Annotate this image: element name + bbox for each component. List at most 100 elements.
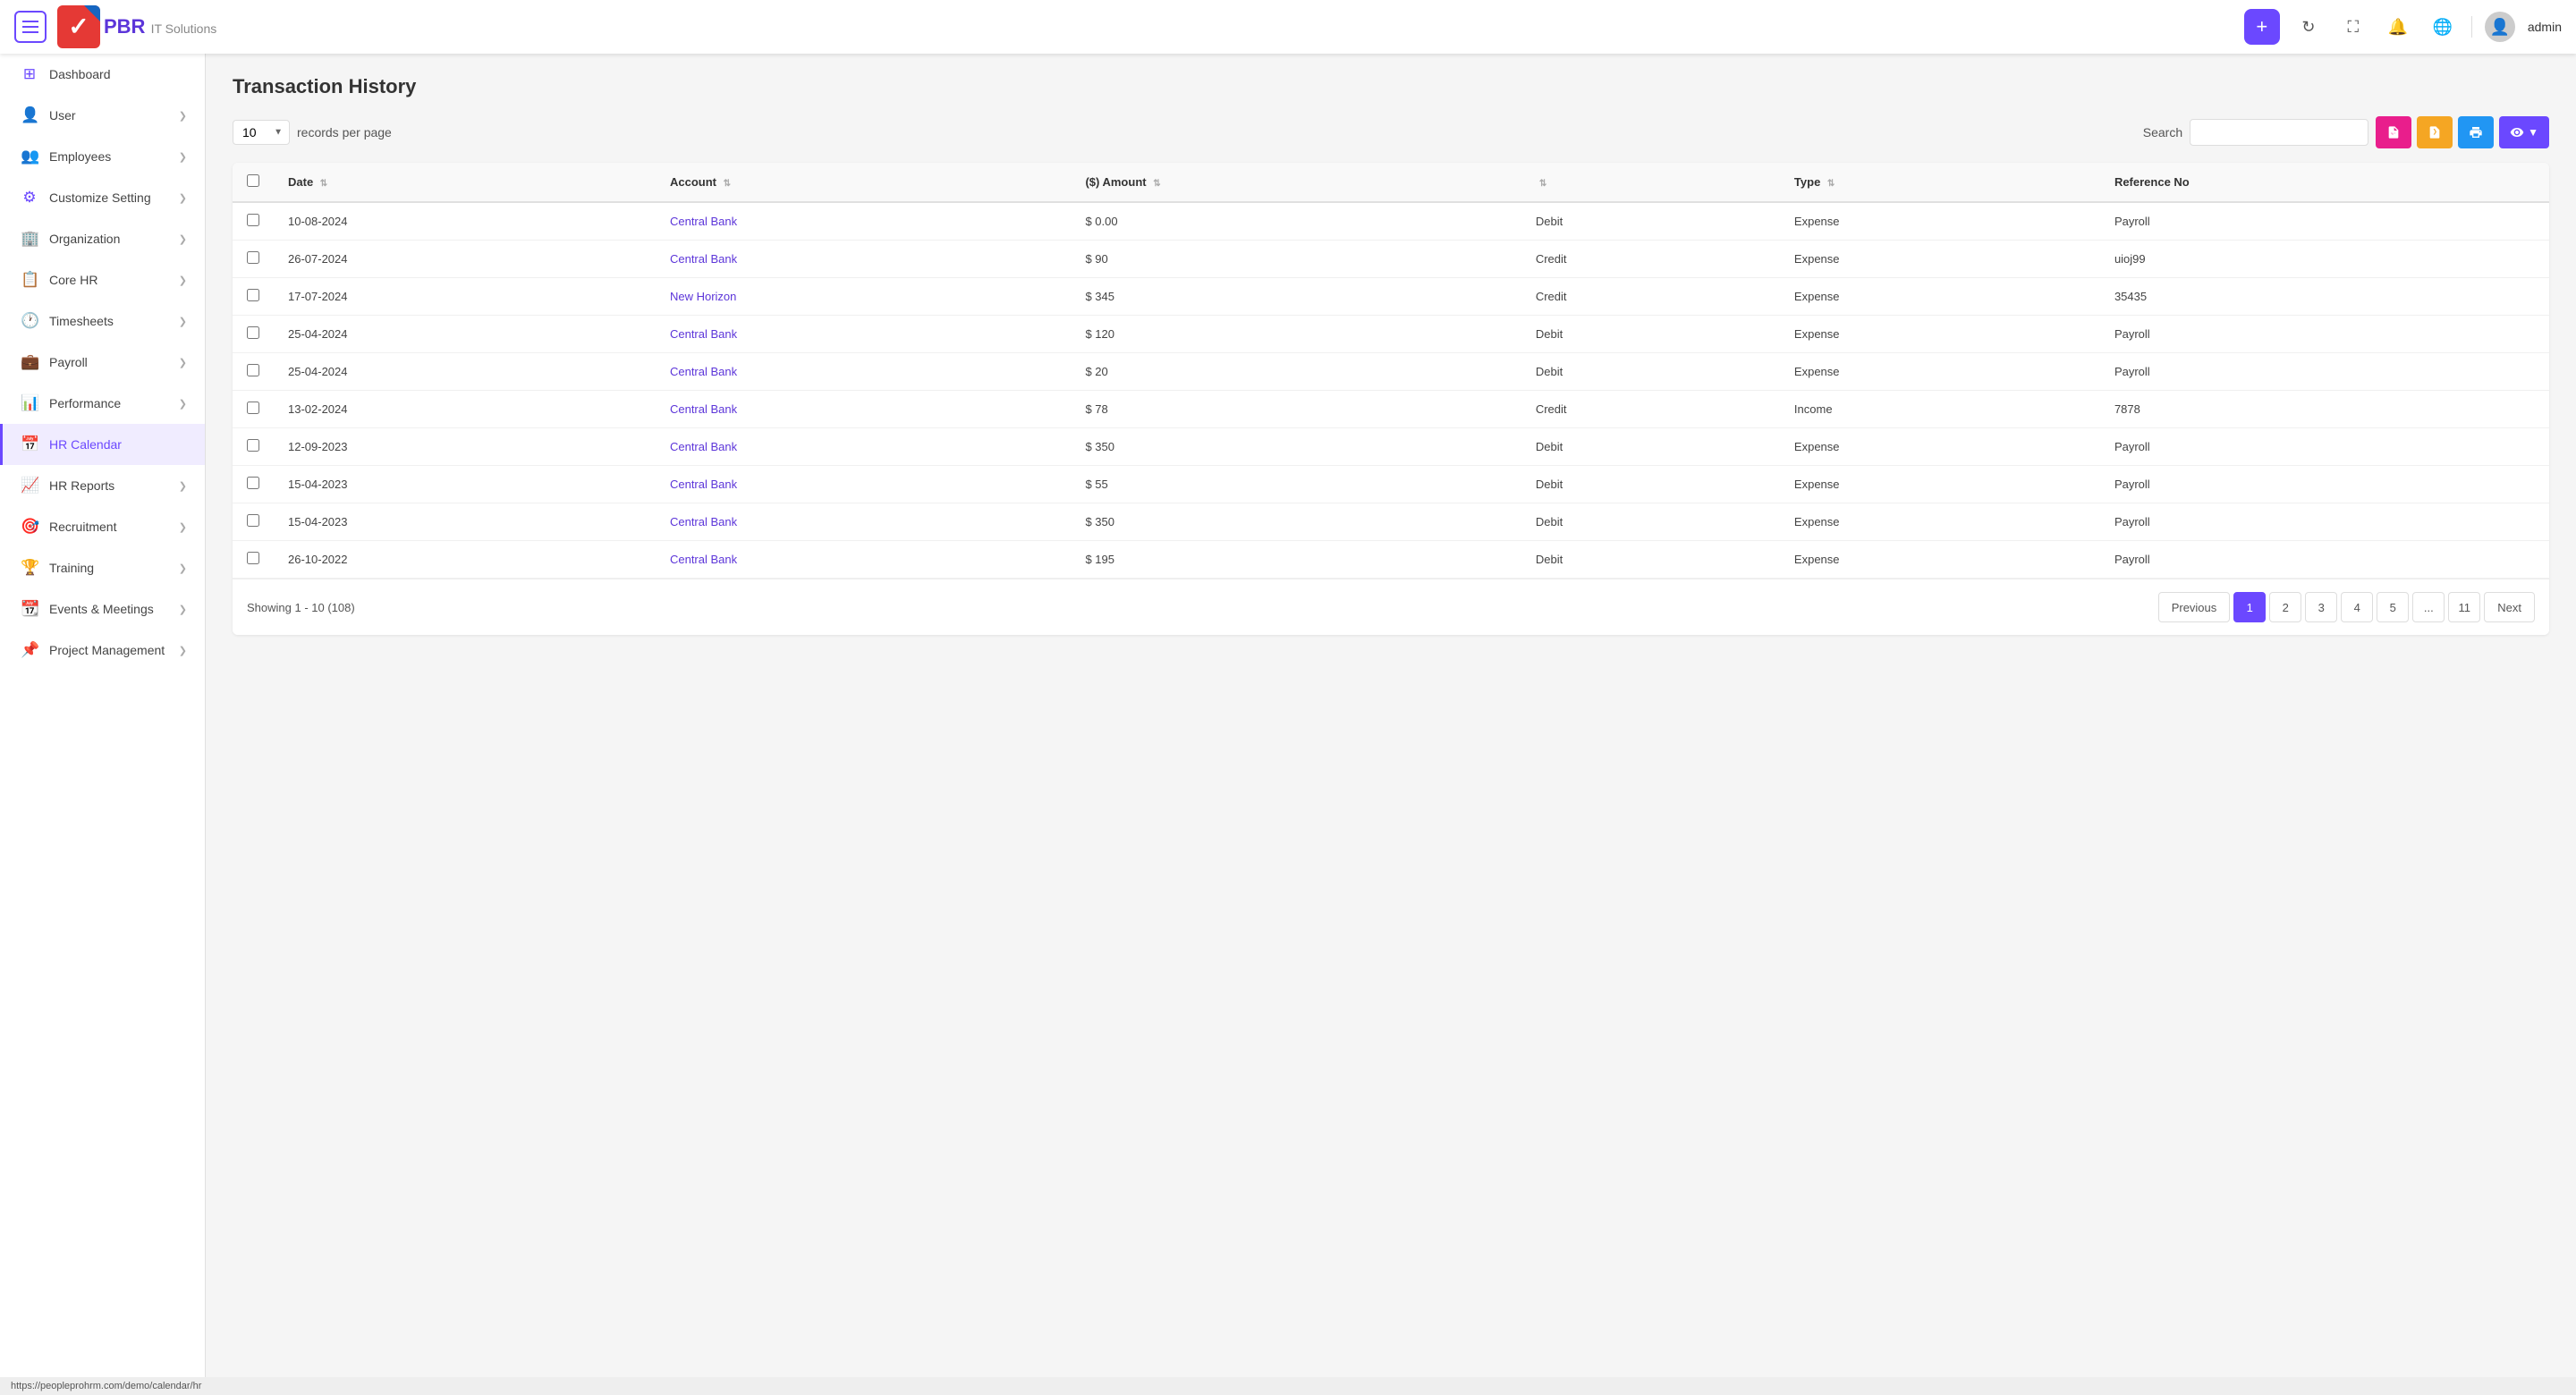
refresh-button[interactable]: ↻ <box>2292 11 2325 43</box>
table-wrapper: Date ⇅ Account ⇅ ($) Amount ⇅ ⇅ Type ⇅ R… <box>233 163 2549 635</box>
sidebar-item-payroll[interactable]: 💼 Payroll ❯ <box>0 342 205 383</box>
sidebar-item-hr-reports[interactable]: 📈 HR Reports ❯ <box>0 465 205 506</box>
row-checkbox-9[interactable] <box>247 552 259 564</box>
row-reference: uioj99 <box>2100 241 2549 278</box>
sidebar-item-employees[interactable]: 👥 Employees ❯ <box>0 136 205 177</box>
fullscreen-button[interactable]: ⛶ <box>2337 11 2369 43</box>
hamburger-button[interactable] <box>14 11 47 43</box>
sidebar-icon-performance: 📊 <box>21 394 38 412</box>
sidebar-item-customize-setting[interactable]: ⚙ Customize Setting ❯ <box>0 177 205 218</box>
row-account[interactable]: New Horizon <box>656 278 1072 316</box>
select-all-col <box>233 163 274 202</box>
row-reference: Payroll <box>2100 353 2549 391</box>
page-btn-2[interactable]: 2 <box>2269 592 2301 622</box>
row-account[interactable]: Central Bank <box>656 466 1072 503</box>
row-reference: Payroll <box>2100 541 2549 579</box>
select-all-checkbox[interactable] <box>247 174 259 187</box>
row-type: Expense <box>1780 353 2100 391</box>
page-btn-1[interactable]: 1 <box>2233 592 2266 622</box>
sidebar-item-timesheets[interactable]: 🕐 Timesheets ❯ <box>0 300 205 342</box>
page-btn-5[interactable]: 5 <box>2377 592 2409 622</box>
prev-button[interactable]: Previous <box>2158 592 2231 622</box>
row-reference: Payroll <box>2100 202 2549 241</box>
sort-dc-icon[interactable]: ⇅ <box>1539 179 1546 189</box>
row-debit-credit: Debit <box>1521 428 1780 466</box>
sidebar-icon-core-hr: 📋 <box>21 271 38 289</box>
sidebar-label-recruitment: Recruitment <box>49 520 116 534</box>
row-reference: Payroll <box>2100 503 2549 541</box>
sidebar-icon-project-management: 📌 <box>21 641 38 659</box>
sidebar-item-performance[interactable]: 📊 Performance ❯ <box>0 383 205 424</box>
pdf-button[interactable] <box>2376 116 2411 148</box>
add-button[interactable]: + <box>2244 9 2280 45</box>
chevron-performance: ❯ <box>179 398 187 410</box>
row-checkbox-6[interactable] <box>247 439 259 452</box>
sidebar-item-user[interactable]: 👤 User ❯ <box>0 95 205 136</box>
row-checkbox-2[interactable] <box>247 289 259 301</box>
row-checkbox-cell <box>233 466 274 503</box>
row-account[interactable]: Central Bank <box>656 241 1072 278</box>
records-per-page-select[interactable]: 10 25 50 100 <box>233 120 290 145</box>
row-checkbox-4[interactable] <box>247 364 259 376</box>
sidebar-item-events-meetings[interactable]: 📆 Events & Meetings ❯ <box>0 588 205 630</box>
sidebar-item-organization[interactable]: 🏢 Organization ❯ <box>0 218 205 259</box>
sidebar-item-project-management[interactable]: 📌 Project Management ❯ <box>0 630 205 671</box>
row-type: Expense <box>1780 503 2100 541</box>
row-account[interactable]: Central Bank <box>656 391 1072 428</box>
row-checkbox-1[interactable] <box>247 251 259 264</box>
sort-date-icon[interactable]: ⇅ <box>320 179 327 189</box>
row-checkbox-7[interactable] <box>247 477 259 489</box>
sidebar-label-payroll: Payroll <box>49 355 88 369</box>
print-button[interactable] <box>2458 116 2494 148</box>
view-button[interactable]: ▼ <box>2499 116 2549 148</box>
row-amount: $ 90 <box>1071 241 1521 278</box>
page-btn-4[interactable]: 4 <box>2341 592 2373 622</box>
status-url: https://peopleprohrm.com/demo/calendar/h… <box>11 1381 201 1391</box>
header-right: + ↻ ⛶ 🔔 🌐 👤 admin <box>2244 9 2562 45</box>
avatar: 👤 <box>2485 12 2515 42</box>
row-account[interactable]: Central Bank <box>656 353 1072 391</box>
table-row: 26-07-2024 Central Bank $ 90 Credit Expe… <box>233 241 2549 278</box>
next-button[interactable]: Next <box>2484 592 2535 622</box>
row-account[interactable]: Central Bank <box>656 316 1072 353</box>
row-checkbox-8[interactable] <box>247 514 259 527</box>
page-btn-3[interactable]: 3 <box>2305 592 2337 622</box>
row-date: 13-02-2024 <box>274 391 656 428</box>
notification-button[interactable]: 🔔 <box>2382 11 2414 43</box>
sidebar-icon-training: 🏆 <box>21 559 38 577</box>
row-checkbox-5[interactable] <box>247 402 259 414</box>
col-account: Account ⇅ <box>656 163 1072 202</box>
sidebar-label-dashboard: Dashboard <box>49 67 111 81</box>
sidebar-item-core-hr[interactable]: 📋 Core HR ❯ <box>0 259 205 300</box>
row-amount: $ 350 <box>1071 503 1521 541</box>
row-amount: $ 55 <box>1071 466 1521 503</box>
sidebar-item-recruitment[interactable]: 🎯 Recruitment ❯ <box>0 506 205 547</box>
row-date: 26-10-2022 <box>274 541 656 579</box>
table-row: 12-09-2023 Central Bank $ 350 Debit Expe… <box>233 428 2549 466</box>
chevron-user: ❯ <box>179 110 187 122</box>
row-type: Expense <box>1780 466 2100 503</box>
row-amount: $ 195 <box>1071 541 1521 579</box>
row-account[interactable]: Central Bank <box>656 503 1072 541</box>
sidebar-item-training[interactable]: 🏆 Training ❯ <box>0 547 205 588</box>
sort-account-icon[interactable]: ⇅ <box>724 179 731 189</box>
row-checkbox-3[interactable] <box>247 326 259 339</box>
sort-type-icon[interactable]: ⇅ <box>1827 179 1835 189</box>
row-debit-credit: Debit <box>1521 503 1780 541</box>
row-date: 25-04-2024 <box>274 353 656 391</box>
chevron-organization: ❯ <box>179 233 187 245</box>
row-checkbox-0[interactable] <box>247 214 259 226</box>
chevron-training: ❯ <box>179 562 187 574</box>
language-button[interactable]: 🌐 <box>2427 11 2459 43</box>
sort-amount-icon[interactable]: ⇅ <box>1153 179 1160 189</box>
sidebar-item-hr-calendar[interactable]: 📅 HR Calendar <box>0 424 205 465</box>
row-checkbox-cell <box>233 541 274 579</box>
row-account[interactable]: Central Bank <box>656 428 1072 466</box>
row-account[interactable]: Central Bank <box>656 202 1072 241</box>
sidebar-item-dashboard[interactable]: ⊞ Dashboard <box>0 54 205 95</box>
search-input[interactable] <box>2190 119 2368 146</box>
page-btn-11[interactable]: 11 <box>2448 592 2480 622</box>
row-account[interactable]: Central Bank <box>656 541 1072 579</box>
table-row: 15-04-2023 Central Bank $ 350 Debit Expe… <box>233 503 2549 541</box>
excel-button[interactable] <box>2417 116 2453 148</box>
